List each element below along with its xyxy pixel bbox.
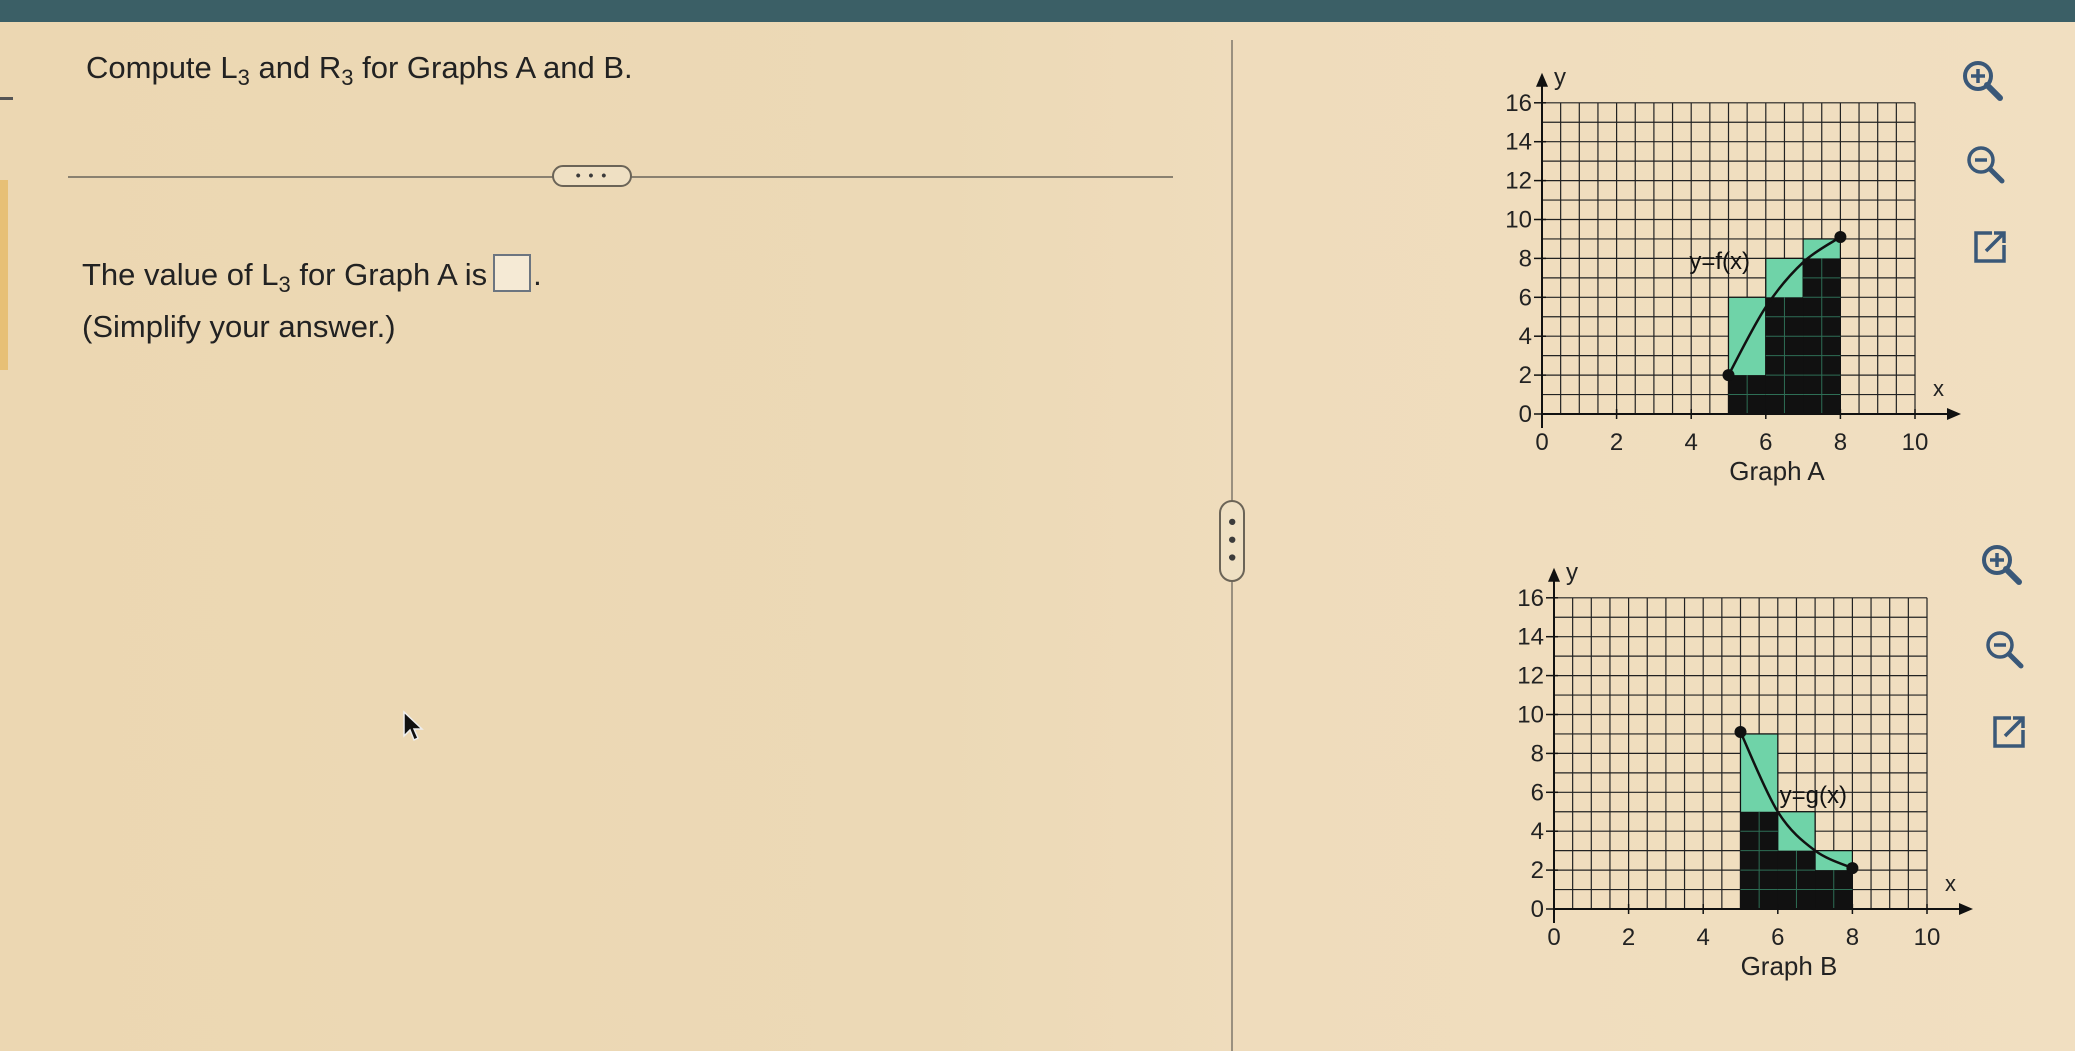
- external-link-icon[interactable]: [1966, 223, 2014, 271]
- y-tick-label: 2: [1519, 362, 1532, 389]
- x-tick-label: 4: [1685, 429, 1698, 456]
- x-axis-arrow: [1947, 408, 1961, 420]
- y-tick-label: 14: [1505, 129, 1532, 156]
- question-l-subscript: 3: [237, 65, 250, 91]
- y-tick-label: 0: [1519, 401, 1532, 428]
- x-axis-label: x: [1933, 376, 1944, 401]
- graph-b: 0 2 4 6 8 10 0 2 4 6 8 10 12 14 16 y x y=g(x) Graph B: [1517, 559, 1973, 981]
- question-mid: and R: [249, 50, 342, 85]
- left-edge-strip: [0, 180, 8, 370]
- y-tick-label: 10: [1505, 207, 1532, 234]
- y-tick-label: 2: [1531, 857, 1544, 884]
- answer-input[interactable]: [493, 253, 532, 292]
- question-text: Compute L3 and R3 for Graphs A and B.: [86, 50, 633, 91]
- expand-button[interactable]: • • •: [552, 165, 632, 187]
- question-suffix: for Graphs A and B.: [353, 50, 633, 85]
- x-tick-label: 10: [1902, 429, 1929, 456]
- function-label: y=g(x): [1780, 782, 1847, 809]
- answer-prefix: The value of L: [82, 257, 279, 292]
- curve-endpoint: [1834, 231, 1847, 244]
- y-axis-label: y: [1566, 559, 1578, 586]
- y-tick-label: 0: [1531, 896, 1544, 923]
- y-tick-label: 14: [1517, 624, 1544, 651]
- y-tick-label: 6: [1531, 779, 1544, 806]
- y-tick-label: 16: [1517, 585, 1544, 612]
- x-axis-label: x: [1945, 871, 1956, 896]
- external-link-icon[interactable]: [1985, 708, 2033, 756]
- graph-a: 0 2 4 6 8 10 0 2 4 6 8 10 12 14 16 y x y=f(x) Graph A: [1505, 64, 1961, 486]
- pane-resize-handle[interactable]: • • •: [1219, 500, 1245, 582]
- y-axis-label: y: [1554, 64, 1566, 91]
- simplify-hint: (Simplify your answer.): [82, 309, 396, 344]
- y-tick-label: 10: [1517, 702, 1544, 729]
- zoom-out-icon[interactable]: [1980, 625, 2028, 673]
- y-axis-arrow: [1548, 567, 1560, 582]
- x-tick-label: 2: [1622, 924, 1635, 951]
- y-tick-label: 16: [1505, 90, 1532, 117]
- y-tick-label: 12: [1505, 168, 1532, 195]
- answer-prompt: The value of L3 for Graph A is.: [82, 253, 542, 298]
- y-axis-arrow: [1536, 72, 1548, 87]
- zoom-in-icon[interactable]: [1977, 540, 2025, 588]
- y-tick-label: 6: [1519, 284, 1532, 311]
- zoom-out-icon[interactable]: [1961, 140, 2009, 188]
- top-bar: [0, 0, 2075, 22]
- x-tick-label: 0: [1535, 429, 1548, 456]
- x-axis-arrow: [1959, 903, 1973, 915]
- y-tick-label: 8: [1519, 245, 1532, 272]
- question-r-subscript: 3: [341, 65, 354, 91]
- y-tick-label: 8: [1531, 740, 1544, 767]
- curve-endpoint: [1734, 726, 1747, 739]
- function-label: y=f(x): [1689, 248, 1750, 275]
- x-tick-label: 8: [1834, 429, 1847, 456]
- answer-middle: for Graph A is: [290, 257, 488, 292]
- question-prefix: Compute L: [86, 50, 238, 85]
- x-tick-label: 8: [1846, 924, 1859, 951]
- curve-endpoint: [1846, 862, 1859, 875]
- x-tick-label: 6: [1759, 429, 1772, 456]
- zoom-in-icon[interactable]: [1958, 56, 2006, 104]
- mouse-cursor-icon: [403, 710, 424, 742]
- x-tick-label: 0: [1547, 924, 1560, 951]
- x-tick-label: 10: [1914, 924, 1941, 951]
- answer-subscript: 3: [278, 272, 291, 298]
- y-tick-label: 12: [1517, 663, 1544, 690]
- curve-endpoint: [1722, 369, 1735, 382]
- x-tick-label: 6: [1771, 924, 1784, 951]
- x-tick-label: 4: [1697, 924, 1710, 951]
- graph-caption: Graph A: [1729, 456, 1825, 486]
- x-tick-label: 2: [1610, 429, 1623, 456]
- answer-end: .: [533, 257, 542, 292]
- graph-caption: Graph B: [1741, 951, 1838, 981]
- left-edge-mark: [0, 97, 13, 100]
- y-tick-label: 4: [1531, 818, 1544, 845]
- y-tick-label: 4: [1519, 323, 1532, 350]
